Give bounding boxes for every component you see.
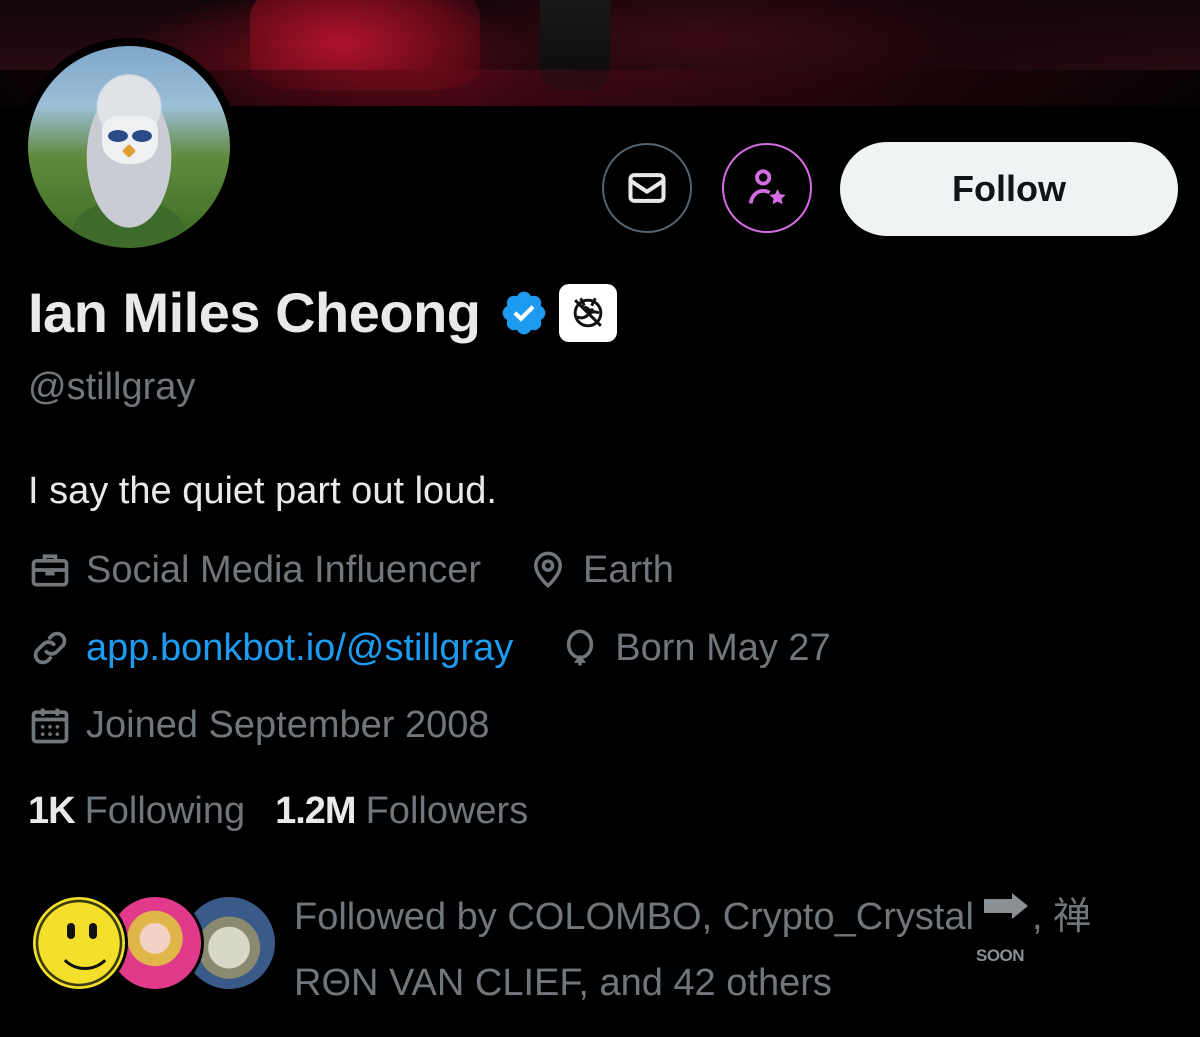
followed-by-text[interactable]: Followed by COLOMBO, Crypto_Crystal SOON,… <box>294 884 1184 1016</box>
avatar[interactable] <box>28 46 230 248</box>
website-link[interactable]: app.bonkbot.io/@stillgray <box>86 627 513 670</box>
followers-stat[interactable]: 1.2M Followers <box>275 790 528 833</box>
arrow-right-icon <box>983 898 1014 913</box>
followers-label: Followers <box>365 790 529 832</box>
avatar-smile <box>55 927 115 970</box>
joined-text: Joined September 2008 <box>86 703 490 746</box>
subscribe-button[interactable] <box>722 143 812 233</box>
soon-badge-text: SOON <box>975 945 1025 965</box>
user-handle: @stillgray <box>28 366 196 408</box>
balloon-icon <box>567 629 594 666</box>
affiliate-logo-badge[interactable] <box>558 283 617 342</box>
arrowhead <box>1011 892 1028 919</box>
display-name: Ian Miles Cheong <box>28 281 481 344</box>
avatar-eye <box>132 130 152 142</box>
meta-row: app.bonkbot.io/@stillgray Born May 27 <box>28 626 877 670</box>
follower-avatar[interactable] <box>30 894 128 992</box>
birthday: Born May 27 <box>559 626 831 670</box>
following-stat[interactable]: 1K Following <box>28 790 245 833</box>
link-icon <box>33 631 67 665</box>
followed-by-names: COLOMBO, Crypto_Crystal <box>507 896 974 938</box>
category-text: Social Media Influencer <box>86 548 481 591</box>
followed-by-line2: RΘN VAN CLIEF, and 42 others <box>294 962 832 1004</box>
briefcase-icon <box>31 554 69 587</box>
person-star-icon <box>748 169 786 205</box>
avatar-eye <box>108 130 128 142</box>
birthday-text: Born May 27 <box>615 626 831 669</box>
follow-button[interactable]: Follow <box>840 142 1178 236</box>
location: Earth <box>527 549 674 592</box>
location-text: Earth <box>583 548 674 591</box>
followed-by-prefix: Followed by <box>294 896 508 938</box>
verified-badge-icon[interactable] <box>499 288 549 338</box>
following-label: Following <box>84 790 246 832</box>
website[interactable]: app.bonkbot.io/@stillgray <box>28 626 513 670</box>
following-count: 1K <box>28 790 76 832</box>
meta-row: Joined September 2008 <box>28 703 536 747</box>
name-row: Ian Miles Cheong <box>28 280 617 345</box>
meta-row: Social Media Influencer Earth <box>28 548 720 592</box>
professional-category: Social Media Influencer <box>28 548 481 592</box>
join-date: Joined September 2008 <box>28 703 490 747</box>
location-pin-icon <box>533 551 563 589</box>
calendar-icon <box>31 708 69 744</box>
envelope-icon <box>628 173 666 203</box>
followers-count: 1.2M <box>275 790 356 832</box>
affiliate-logo-icon <box>573 297 602 327</box>
profile-bio: I say the quiet part out loud. <box>28 470 497 512</box>
soon-arrow-badge: SOON <box>976 892 1030 965</box>
follow-stats: 1K Following 1.2M Followers <box>28 790 558 833</box>
message-button[interactable] <box>602 143 692 233</box>
followed-by-separator: , 禅 <box>1031 896 1092 938</box>
